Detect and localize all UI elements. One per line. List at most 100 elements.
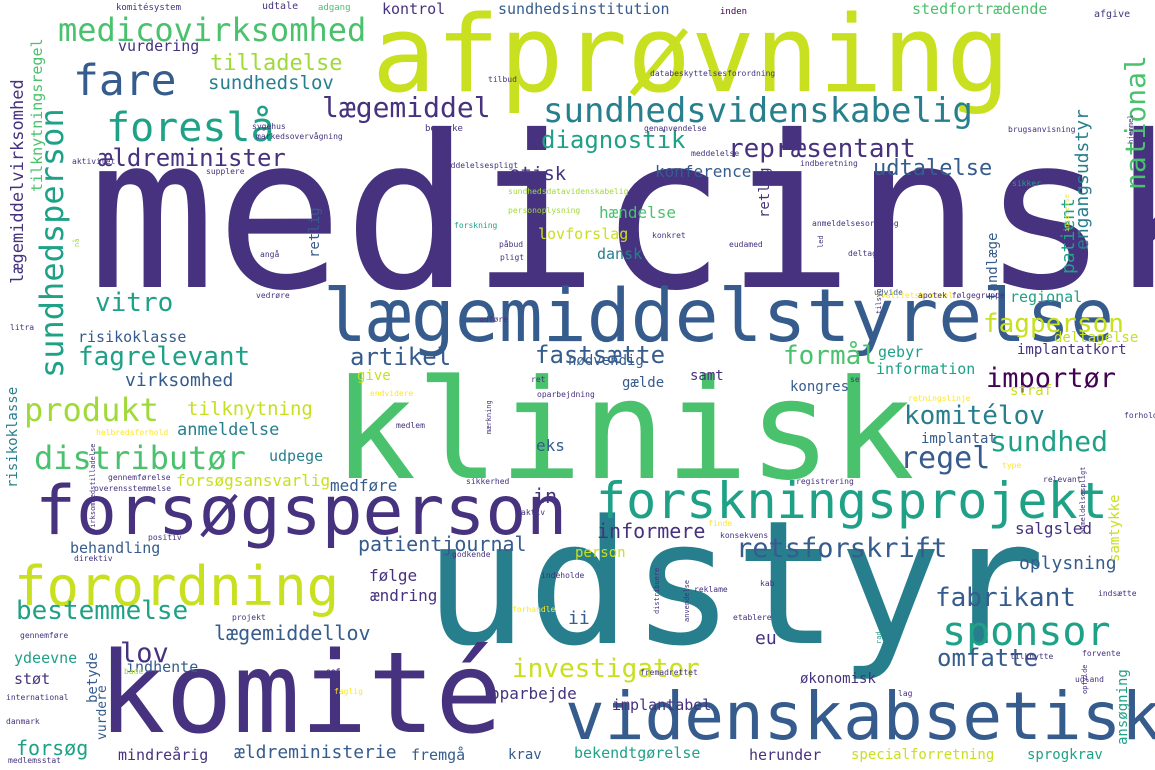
word-type: forhold — [1124, 411, 1155, 420]
word-videnskabsetisk: videnskabsetisk — [565, 678, 1155, 755]
word-udland: opfylde — [1081, 664, 1089, 694]
word-eu: eu — [755, 628, 777, 649]
word-sundhedsinstitution: sundhedsinstitution — [498, 0, 670, 18]
word-aendring: ændring — [370, 586, 438, 605]
word-relevant: sikkerhed — [466, 477, 510, 486]
word-cloud: medicinsk udstyr klinisk afprøvning komi… — [0, 0, 1155, 770]
word-anmeldelsesordning: konkret — [652, 231, 686, 240]
word-oparbejde: oparbejde — [490, 684, 577, 703]
word-oparbejdning: se — [850, 375, 860, 384]
word-udtalelse: udtalelse — [873, 156, 993, 181]
word-brugsanvisning: bemærke — [425, 124, 463, 134]
word-krav: krav — [508, 747, 542, 763]
word-distributor: distributør — [34, 439, 246, 477]
word-direktiv: anmeldelsespligt — [1079, 466, 1087, 534]
word-fabrikant: fabrikant — [935, 583, 1076, 613]
word-bestemmelse: bestemmelse — [16, 596, 189, 626]
word-sundhedsvidenskabelig: sundhedsvidenskabelig — [543, 91, 973, 131]
word-reklame: godkende — [452, 550, 491, 559]
word-forskning: sundhedsdatavidenskabelig — [508, 187, 629, 196]
word-konsekvens: aktiv — [521, 508, 546, 517]
word-kab: indeholde — [541, 571, 585, 580]
word-forhold: medlem — [396, 421, 425, 430]
word-deltagelse: gebyr — [878, 343, 924, 361]
word-inden: udtale — [262, 1, 299, 12]
word-ii: ii — [568, 608, 590, 629]
word-stedfortraedende: stedfortrædende — [912, 0, 1048, 18]
word-indberetning: aktivitet — [72, 157, 116, 166]
word-sprogkrav: sprogkrav — [1027, 747, 1103, 763]
word-international: tilknytte — [1010, 652, 1054, 661]
word-aktivitet: meddelelse — [691, 149, 740, 158]
word-eks: eks — [536, 436, 565, 455]
word-medfor: reklame — [694, 585, 728, 594]
word-forsogsansvarlig: forsøgsansvarlig — [176, 471, 331, 490]
word-produkt: produkt — [24, 391, 159, 429]
word-information: dansk — [597, 245, 643, 263]
word-genanvendelse: markedsovervågning — [256, 132, 343, 141]
word-person: give — [357, 368, 391, 384]
word-folge: følge — [369, 566, 418, 585]
word-in: in — [533, 484, 558, 508]
word-aeldreministerie: ældreministerie — [234, 742, 397, 763]
word-vurdere: person — [575, 545, 626, 561]
word-aktiv: relevant — [1043, 475, 1082, 484]
word-meddelelsespligt: brugsanvisning — [1008, 125, 1076, 134]
word-lag: international — [6, 693, 69, 702]
word-anmeldelse: anmeldelse — [177, 420, 280, 440]
word-artikel: artikel — [350, 343, 452, 371]
word-sundhedslov: sundhedslov — [208, 72, 334, 94]
word-stot: ydeevne — [14, 649, 78, 667]
word-regional: information — [876, 360, 976, 378]
word-virksomhedstilladelse: registrering — [796, 477, 854, 486]
word-etablere: anvendelse — [683, 579, 691, 622]
word-udfore: apotek følgegruppe — [918, 291, 1005, 300]
word-regel: regel — [900, 441, 991, 476]
word-kongres: gælde — [622, 375, 665, 391]
word-udpege: udpege — [269, 447, 324, 465]
word-indsaette: etablere — [733, 613, 772, 622]
word-sikkerhed: gennemførelse — [108, 473, 171, 482]
word-laegemiddellov: lægemiddellov — [214, 621, 371, 645]
word-medicovirksomhed: medicovirksomhed — [58, 11, 367, 49]
word-risikoklasse: risikoklasse — [5, 386, 21, 488]
word-personoplysning: indberetning — [800, 159, 858, 168]
word-se: tilsyn — [875, 288, 883, 314]
word-tilknytte: eef — [326, 667, 341, 676]
word-endvidere: ret — [531, 375, 546, 384]
word-helbredsforhold: mærkning — [485, 400, 493, 434]
word-ble: faglig — [334, 687, 363, 696]
word-foresla: foreslå — [106, 105, 275, 151]
word-gennemfore: rad — [875, 631, 883, 644]
word-lovforslag: hændelse — [599, 203, 677, 222]
word-supplere: meddelelsespligt — [441, 161, 519, 170]
word-na: led — [817, 235, 825, 248]
word-handleevne: medlemsstat — [8, 756, 61, 765]
word-samtykke: samtykke — [1107, 494, 1123, 562]
word-projekt: kab — [760, 579, 775, 588]
word-nodvendig: tandlæge — [985, 232, 1001, 300]
word-implantat: straf — [1010, 383, 1053, 399]
word-informere: informere — [597, 519, 706, 543]
word-sundhed: sundhed — [990, 425, 1109, 458]
word-kontrol: kontrol — [382, 0, 446, 18]
word-laegemiddel: lægemiddel — [322, 91, 491, 124]
word-interesse: eudamed — [729, 240, 763, 249]
word-eudamed: forskning — [454, 221, 498, 230]
word-oplysning: oplysning — [1019, 553, 1117, 574]
word-implantabel: implantabel — [612, 696, 712, 714]
word-fare: fare — [73, 56, 177, 106]
word-medlemsstat: danmark — [6, 717, 40, 726]
word-indeholde: direktiv — [74, 554, 113, 563]
word-opfylde: forvente — [1082, 649, 1121, 658]
word-sygehus: databeskyttelsesforordning — [650, 69, 776, 78]
word-danmark: lag — [898, 689, 913, 698]
word-led: pligt — [500, 253, 525, 262]
word-adgang: komitésystem — [116, 3, 182, 13]
word-faglig: udland — [1075, 675, 1104, 684]
word-gaelde: implantatkort — [1017, 342, 1127, 358]
word-tilknytningsregel: tilknytningsregel — [28, 38, 46, 192]
word-udvide: nå — [73, 238, 81, 247]
word-dansk: retlig — [307, 207, 323, 258]
word-fremadrettet: bade — [124, 667, 144, 676]
